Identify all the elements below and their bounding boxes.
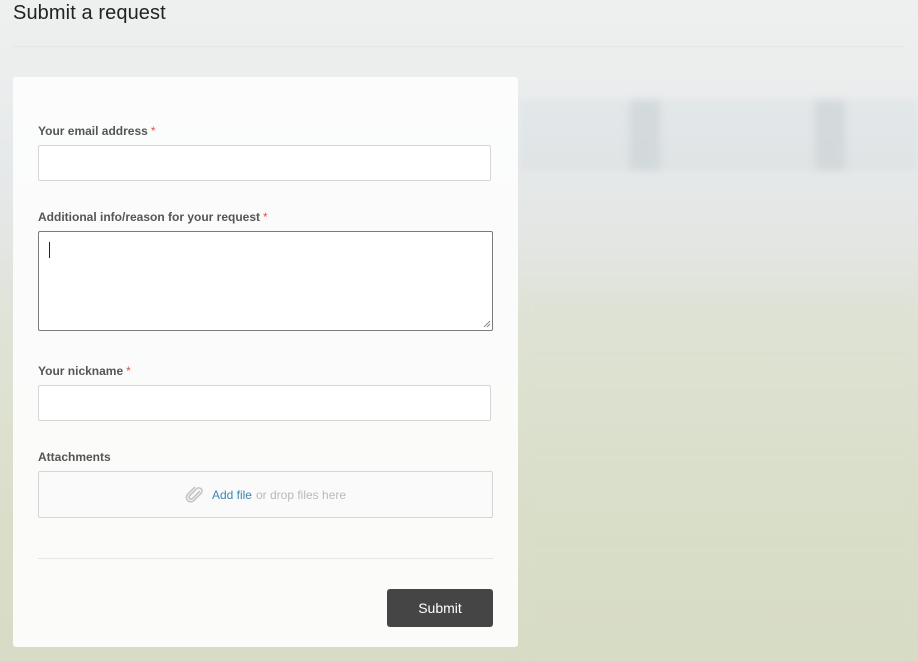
background-fence bbox=[520, 100, 918, 170]
additional-info-label: Additional info/reason for your request * bbox=[38, 210, 268, 224]
paperclip-icon bbox=[185, 486, 203, 503]
submit-button[interactable]: Submit bbox=[387, 589, 493, 627]
title-divider bbox=[13, 46, 904, 47]
nickname-field[interactable] bbox=[38, 385, 491, 421]
email-label-text: Your email address bbox=[38, 124, 148, 138]
nickname-label-text: Your nickname bbox=[38, 364, 124, 378]
additional-info-label-text: Additional info/reason for your request bbox=[38, 210, 261, 224]
attachments-label: Attachments bbox=[38, 450, 111, 464]
page-title: Submit a request bbox=[13, 2, 166, 24]
request-form: Your email address * Additional info/reas… bbox=[13, 77, 518, 647]
background-post bbox=[815, 100, 845, 170]
form-divider bbox=[38, 558, 493, 559]
email-label: Your email address * bbox=[38, 124, 156, 138]
additional-info-textarea[interactable] bbox=[38, 231, 493, 331]
required-marker: * bbox=[263, 210, 268, 224]
drop-files-hint: or drop files here bbox=[255, 487, 347, 502]
background-field bbox=[520, 290, 918, 661]
add-file-link[interactable]: Add file bbox=[212, 488, 252, 502]
attachments-dropzone[interactable]: Add file or drop files here bbox=[38, 471, 493, 518]
email-field[interactable] bbox=[38, 145, 491, 181]
text-caret bbox=[49, 242, 50, 258]
nickname-label: Your nickname * bbox=[38, 364, 131, 378]
background-post bbox=[630, 100, 660, 170]
required-marker: * bbox=[126, 364, 131, 378]
resize-handle-icon[interactable] bbox=[482, 319, 491, 328]
required-marker: * bbox=[150, 124, 156, 138]
